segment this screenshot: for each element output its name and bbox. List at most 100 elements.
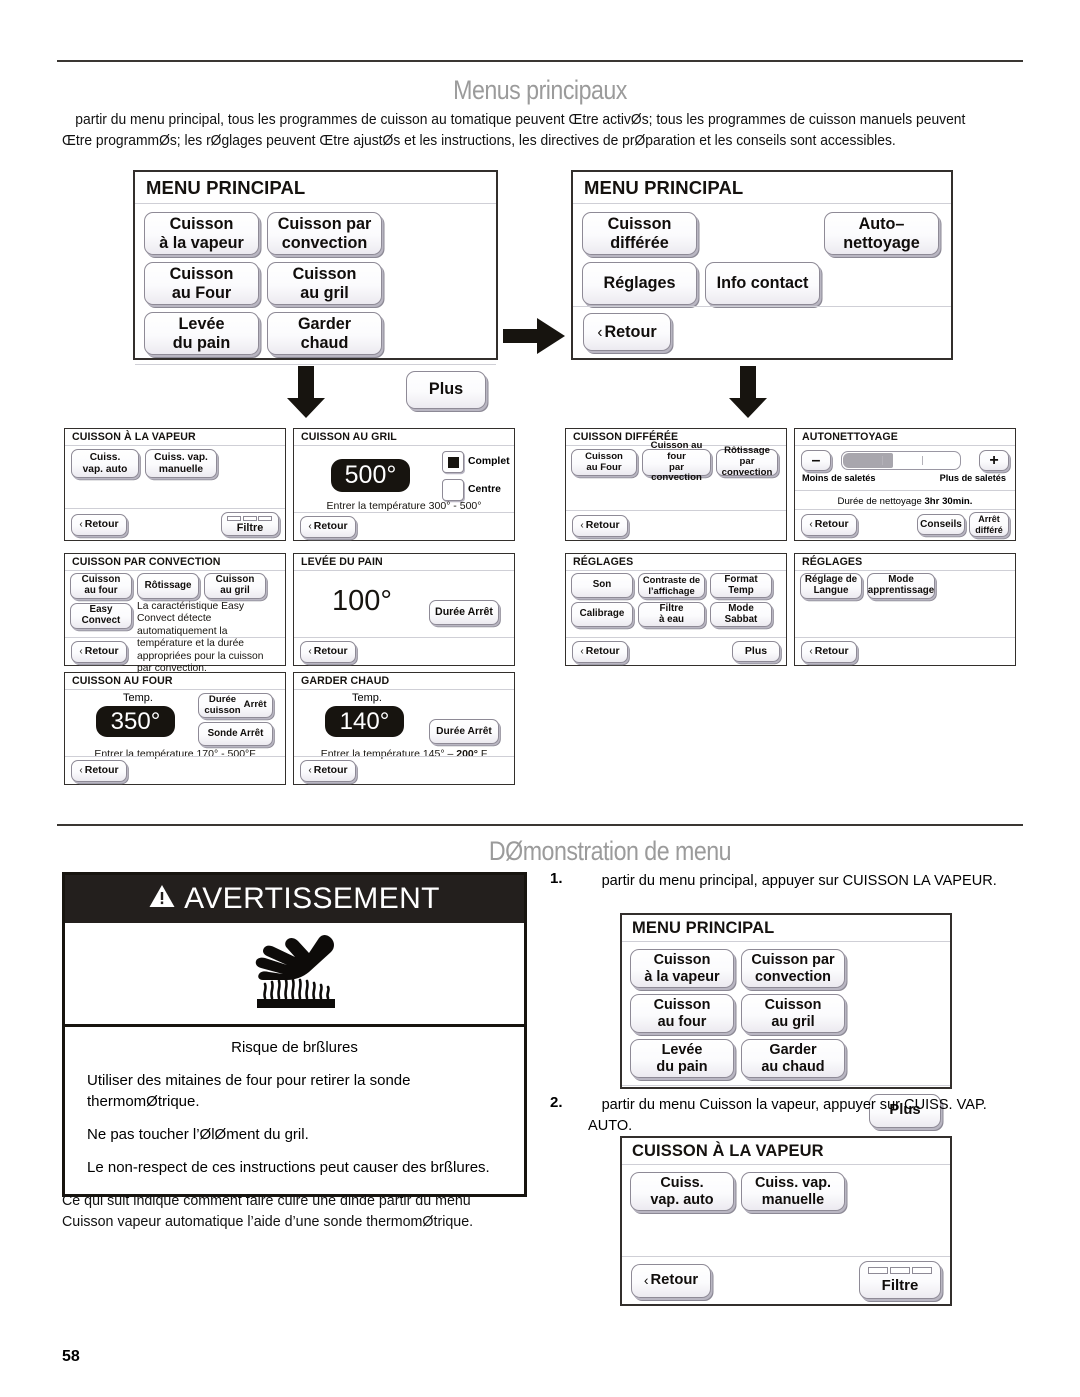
button-increase-soil[interactable]: +: [979, 450, 1009, 471]
button-levee-du-pain[interactable]: Levée du pain: [144, 312, 259, 355]
button-retour[interactable]: ‹ Retour: [801, 514, 857, 536]
screen-footer: ‹ Retour: [65, 756, 285, 784]
button-retour[interactable]: ‹ Retour: [71, 513, 127, 536]
filter-bars-icon: [227, 516, 272, 521]
button-retour[interactable]: ‹ Retour: [300, 759, 356, 782]
screen-body: Temp. 350° Durée cuisson Arrêt Sonde Arr…: [65, 690, 285, 760]
screen-title: RÉGLAGES: [566, 554, 786, 571]
button-arret-differe[interactable]: Arrêt différé: [969, 512, 1009, 537]
screen-cuisson-par-convection: CUISSON PAR CONVECTION Cuisson au four R…: [64, 553, 286, 674]
soil-level-slider[interactable]: [841, 451, 961, 470]
button-mode-apprentissage[interactable]: Mode apprentissage: [867, 573, 935, 599]
button-filtre[interactable]: Filtre: [859, 1261, 941, 1299]
temperature-display: 100°: [332, 585, 392, 617]
button-cuisson-par-convection[interactable]: Cuisson par convection: [267, 212, 382, 255]
button-conseils[interactable]: Conseils: [917, 514, 965, 535]
arrow-right-icon: [503, 318, 565, 354]
checkbox-centre[interactable]: [442, 479, 464, 501]
button-rotissage-par-convection[interactable]: Rôtissage par convection: [716, 446, 778, 478]
demo-step-1-number: 1.: [550, 870, 563, 887]
warning-box: AVERTISSEMENT Risque de brßlures Utilise…: [62, 872, 527, 1197]
button-contraste-affichage[interactable]: Contraste de l’affichage: [638, 573, 705, 598]
button-format-temp[interactable]: Format Temp: [710, 573, 772, 598]
button-calibrage[interactable]: Calibrage: [571, 602, 633, 627]
screen-footer: ‹ Retour Conseils Arrêt différé: [795, 509, 1015, 540]
button-retour[interactable]: ‹ Retour: [572, 640, 628, 663]
temperature-display: 140°: [325, 706, 404, 737]
button-retour[interactable]: ‹ Retour: [631, 1263, 711, 1298]
chevron-left-icon: ‹: [809, 519, 813, 531]
demo-step-1-text: partir du menu principal, appuyer sur CU…: [601, 872, 997, 889]
screen-title: AUTONETTOYAGE: [795, 429, 1015, 446]
button-cuisson-au-four[interactable]: Cuisson au four: [630, 994, 734, 1033]
button-cuiss-vap-manuelle[interactable]: Cuiss. vap. manuelle: [145, 449, 217, 478]
button-reglages[interactable]: Réglages: [582, 262, 697, 305]
temperature-display: 500°: [331, 459, 410, 492]
button-filtre[interactable]: Filtre: [221, 512, 279, 536]
button-retour[interactable]: ‹ Retour: [801, 640, 857, 663]
button-son[interactable]: Son: [571, 573, 633, 598]
cleaning-duration-label: Durée de nettoyage: [837, 496, 922, 507]
button-retour[interactable]: ‹ Retour: [71, 759, 127, 782]
button-cuisson-au-four[interactable]: Cuisson au Four: [144, 262, 259, 305]
button-cuiss-vap-auto[interactable]: Cuiss. vap. auto: [71, 449, 139, 478]
screen-title: LEVÉE DU PAIN: [294, 554, 514, 571]
button-garder-chaud[interactable]: Garder chaud: [267, 312, 382, 355]
button-garder-au-chaud[interactable]: Garder au chaud: [741, 1039, 845, 1078]
temperature-display: 350°: [96, 706, 175, 737]
button-filtre-a-eau[interactable]: Filtre à eau: [638, 602, 705, 627]
button-auto-nettoyage[interactable]: Auto– nettoyage: [824, 212, 939, 255]
top-divider: [57, 60, 1023, 62]
screen-footer: ‹ Retour: [294, 756, 514, 784]
screen-title: CUISSON À LA VAPEUR: [622, 1138, 950, 1165]
button-sonde-arret[interactable]: Sonde Arrêt: [198, 722, 273, 746]
button-cuisson-au-four[interactable]: Cuisson au Four: [571, 449, 637, 476]
warning-line-2: Ne pas toucher l’ØlØment du gril.: [87, 1126, 309, 1143]
button-duree-cuisson-arret[interactable]: Durée cuisson Arrêt: [198, 693, 273, 718]
hint-temperature-range: Entrer la température 300° - 500°: [326, 500, 482, 512]
button-reglage-de-langue[interactable]: Réglage de Langue: [800, 573, 862, 599]
chevron-left-icon: ‹: [308, 645, 312, 657]
button-duree-arret[interactable]: Durée Arrêt: [429, 719, 499, 744]
button-cuisson-par-convection[interactable]: Cuisson par convection: [741, 949, 845, 988]
button-retour[interactable]: ‹ Retour: [300, 515, 356, 538]
button-cuisson-au-gril[interactable]: Cuisson au gril: [204, 573, 266, 599]
warning-text: Risque de brßlures Utiliser des mitaines…: [65, 1027, 524, 1192]
button-plus[interactable]: Plus: [406, 370, 486, 409]
screen-title: CUISSON PAR CONVECTION: [65, 554, 285, 571]
label-temp: Temp.: [123, 692, 153, 704]
button-cuisson-au-four[interactable]: Cuisson au four: [70, 573, 132, 599]
hot-surface-hand-icon: [243, 932, 347, 1015]
chevron-left-icon: ‹: [809, 645, 813, 657]
cleaning-duration-value: 3hr 30min.: [924, 496, 973, 507]
button-mode-sabbat[interactable]: Mode Sabbat: [710, 602, 772, 627]
button-levee-du-pain[interactable]: Levée du pain: [630, 1039, 734, 1078]
screen-body: Cuisson au Four Cuisson au four par conv…: [566, 440, 786, 510]
button-duree-arret[interactable]: Durée Arrêt: [429, 600, 499, 625]
checkbox-complet[interactable]: [442, 451, 464, 473]
button-retour[interactable]: ‹ Retour: [572, 514, 628, 537]
chevron-left-icon: ‹: [643, 1271, 649, 1288]
button-decrease-soil[interactable]: –: [801, 450, 831, 471]
button-label: Retour: [585, 518, 620, 531]
button-retour[interactable]: ‹ Retour: [583, 313, 671, 352]
button-retour[interactable]: ‹ Retour: [300, 640, 356, 663]
button-cuisson-au-four-par-convection[interactable]: Cuisson au four par convection: [642, 440, 711, 483]
button-cuisson-au-gril[interactable]: Cuisson au gril: [741, 994, 845, 1033]
button-cuisson-a-la-vapeur[interactable]: Cuisson à la vapeur: [630, 949, 734, 988]
button-easy-convect[interactable]: Easy Convect: [70, 603, 132, 629]
button-cuisson-differee[interactable]: Cuisson différée: [582, 212, 697, 255]
menu-button-grid: Cuisson à la vapeur Cuisson par convecti…: [622, 942, 950, 1085]
button-cuisson-au-gril[interactable]: Cuisson au gril: [267, 262, 382, 305]
screen-title: CUISSON AU GRIL: [294, 429, 514, 446]
button-cuisson-a-la-vapeur[interactable]: Cuisson à la vapeur: [144, 212, 259, 255]
button-retour[interactable]: ‹ Retour: [71, 640, 127, 663]
button-rotissage[interactable]: Rôtissage: [137, 573, 199, 599]
button-plus[interactable]: Plus: [732, 641, 780, 662]
button-cuiss-vap-manuelle[interactable]: Cuiss. vap. manuelle: [741, 1172, 845, 1211]
button-cuiss-vap-auto[interactable]: Cuiss. vap. auto: [630, 1172, 734, 1211]
cleaning-duration: Durée de nettoyage 3hr 30min.: [795, 490, 1015, 507]
button-info-contact[interactable]: Info contact: [705, 262, 820, 305]
screen-title: CUISSON AU FOUR: [65, 673, 285, 690]
screen-body: Son Contraste de l’affichage Format Temp…: [566, 571, 786, 637]
